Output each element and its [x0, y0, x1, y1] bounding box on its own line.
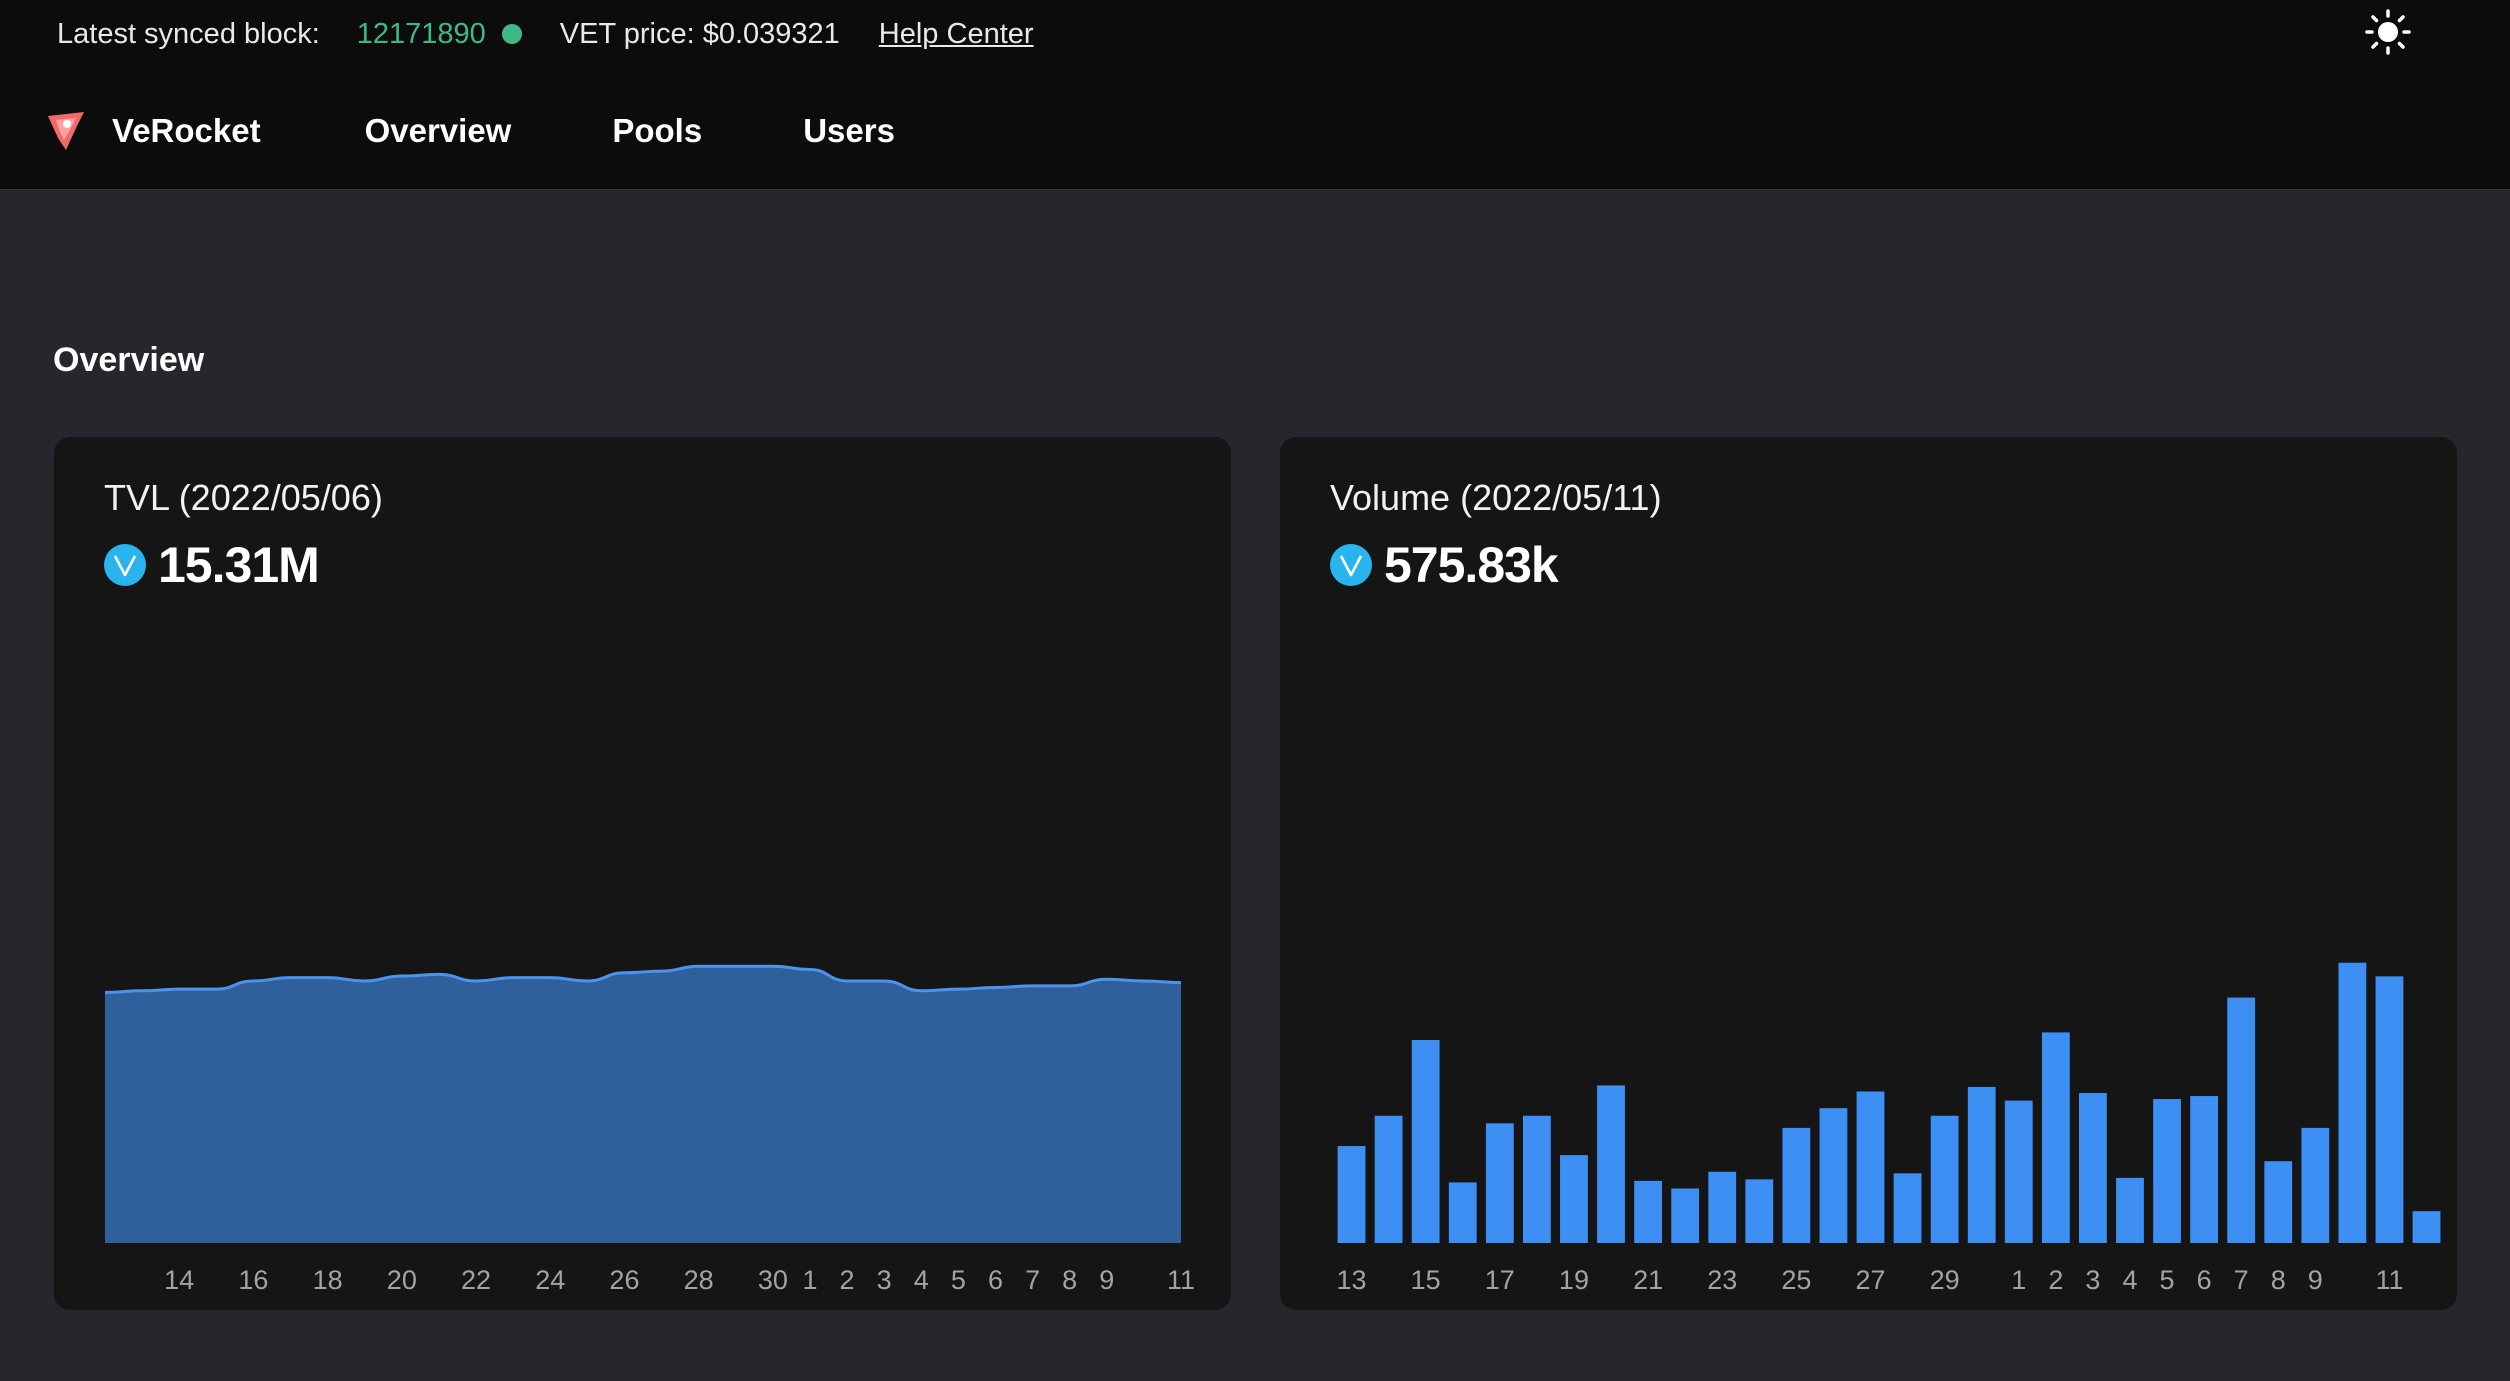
volume-x-tick-label: 7 — [2234, 1265, 2249, 1295]
volume-bar[interactable] — [2412, 1211, 2441, 1243]
tvl-x-tick-label: 26 — [609, 1265, 639, 1295]
nav-item-pools[interactable]: Pools — [612, 112, 702, 150]
volume-bar[interactable] — [1819, 1108, 1848, 1243]
volume-bar[interactable] — [1634, 1180, 1662, 1243]
volume-bar[interactable] — [2264, 1161, 2293, 1243]
tvl-x-tick-label: 24 — [535, 1265, 565, 1295]
top-bar: Latest synced block: 12171890 VET price:… — [0, 0, 2510, 190]
volume-x-tick-label: 11 — [2375, 1265, 2403, 1295]
volume-x-tick-label: 9 — [2308, 1265, 2323, 1295]
tvl-x-tick-label: 2 — [840, 1265, 855, 1295]
page-title: Overview — [53, 341, 205, 379]
brand-name[interactable]: VeRocket — [112, 112, 261, 150]
volume-bar[interactable] — [1560, 1155, 1588, 1243]
volume-x-tick-label: 5 — [2160, 1265, 2175, 1295]
volume-x-tick-label: 15 — [1411, 1265, 1441, 1295]
volume-x-tick-label: 4 — [2122, 1265, 2137, 1295]
tvl-x-tick-label: 20 — [387, 1265, 417, 1295]
nav-item-users[interactable]: Users — [803, 112, 895, 150]
tvl-x-tick-label: 5 — [951, 1265, 966, 1295]
tvl-x-tick-label: 4 — [914, 1265, 929, 1295]
volume-bar[interactable] — [1448, 1182, 1477, 1243]
latest-block-value: 12171890 — [356, 17, 486, 50]
volume-x-tick-label: 29 — [1930, 1265, 1960, 1295]
volume-bar[interactable] — [1671, 1188, 1700, 1243]
nav-item-overview[interactable]: Overview — [365, 112, 512, 150]
tvl-area-chart: 14 16 18 20 22 24 26 28 30 1 2 3 4 5 6 7 8 9 11 — [104, 964, 1195, 1295]
volume-x-tick-label: 25 — [1781, 1265, 1811, 1295]
volume-bar[interactable] — [2375, 976, 2404, 1243]
volume-bar[interactable] — [2153, 1099, 2181, 1243]
tvl-x-tick-label: 18 — [313, 1265, 343, 1295]
volume-x-tick-label: 2 — [2048, 1265, 2063, 1295]
volume-bar[interactable] — [1522, 1115, 1551, 1243]
volume-bar[interactable] — [1893, 1173, 1922, 1243]
tvl-card: TVL (2022/05/06) 15.31M 14 16 18 20 22 24 26 28… — [54, 437, 1231, 1310]
volume-bar[interactable] — [2116, 1177, 2144, 1243]
volume-bar[interactable] — [1597, 1085, 1625, 1243]
volume-bar[interactable] — [1782, 1127, 1811, 1243]
volume-x-tick-label: 13 — [1337, 1265, 1367, 1295]
tvl-x-tick-label: 28 — [684, 1265, 714, 1295]
volume-x-tick-label: 1 — [2011, 1265, 2026, 1295]
tvl-x-tick-label: 16 — [238, 1265, 268, 1295]
volume-x-tick-label: 23 — [1707, 1265, 1737, 1295]
volume-x-tick-label: 27 — [1855, 1265, 1885, 1295]
volume-x-tick-label: 6 — [2197, 1265, 2212, 1295]
sync-status-dot — [501, 24, 522, 44]
tvl-x-tick-label: 14 — [164, 1265, 194, 1295]
tvl-area — [105, 966, 1181, 1243]
theme-toggle-button[interactable] — [2364, 8, 2412, 56]
volume-bar[interactable] — [2338, 962, 2367, 1243]
tvl-x-tick-label: 11 — [1167, 1265, 1195, 1295]
volume-bar[interactable] — [1337, 1146, 1366, 1243]
volume-bar[interactable] — [1411, 1039, 1440, 1243]
volume-x-tick-label: 8 — [2271, 1265, 2286, 1295]
volume-card: Volume (2022/05/11) 575.83k 13 15 17 19 21 23… — [1280, 437, 2457, 1310]
volume-bar[interactable] — [1708, 1171, 1737, 1243]
volume-bar-chart: 13 15 17 19 21 23 25 27 29 1 2 3 4 5 6 7 8 9 11 — [1337, 962, 2441, 1295]
volume-bar[interactable] — [1374, 1115, 1403, 1243]
tvl-x-tick-label: 3 — [877, 1265, 892, 1295]
volume-bar[interactable] — [1967, 1086, 1996, 1243]
tvl-x-tick-label: 1 — [802, 1265, 817, 1295]
volume-bar[interactable] — [2079, 1093, 2107, 1243]
volume-bar[interactable] — [1745, 1179, 1774, 1243]
volume-bar[interactable] — [2227, 997, 2256, 1243]
volume-x-tick-label: 19 — [1559, 1265, 1589, 1295]
tvl-x-tick-label: 9 — [1099, 1265, 1114, 1295]
tvl-x-tick-label: 30 — [758, 1265, 788, 1295]
volume-bar[interactable] — [1930, 1115, 1959, 1243]
latest-block-label: Latest synced block: — [57, 17, 320, 50]
volume-bar[interactable] — [1856, 1091, 1885, 1244]
volume-x-tick-label: 21 — [1633, 1265, 1663, 1295]
help-center-link[interactable]: Help Center — [879, 18, 1034, 51]
status-line: Latest synced block: 12171890 VET price:… — [57, 14, 1034, 54]
tvl-x-tick-label: 6 — [988, 1265, 1003, 1295]
volume-bar[interactable] — [2301, 1127, 2330, 1243]
tvl-x-tick-label: 22 — [461, 1265, 491, 1295]
sun-icon — [2365, 9, 2411, 55]
volume-bar[interactable] — [2041, 1032, 2070, 1243]
tvl-x-tick-label: 7 — [1025, 1265, 1040, 1295]
volume-bar[interactable] — [2190, 1096, 2219, 1243]
main-nav: VeRocket Overview Pools Users — [46, 106, 996, 156]
vet-price: VET price: $0.039321 — [559, 17, 840, 50]
volume-bar[interactable] — [1485, 1123, 1514, 1243]
tvl-x-tick-label: 8 — [1062, 1265, 1077, 1295]
volume-x-tick-label: 17 — [1485, 1265, 1515, 1295]
volume-bar[interactable] — [2004, 1100, 2033, 1243]
volume-x-tick-label: 3 — [2085, 1265, 2100, 1295]
verocket-logo-icon[interactable] — [46, 110, 86, 152]
